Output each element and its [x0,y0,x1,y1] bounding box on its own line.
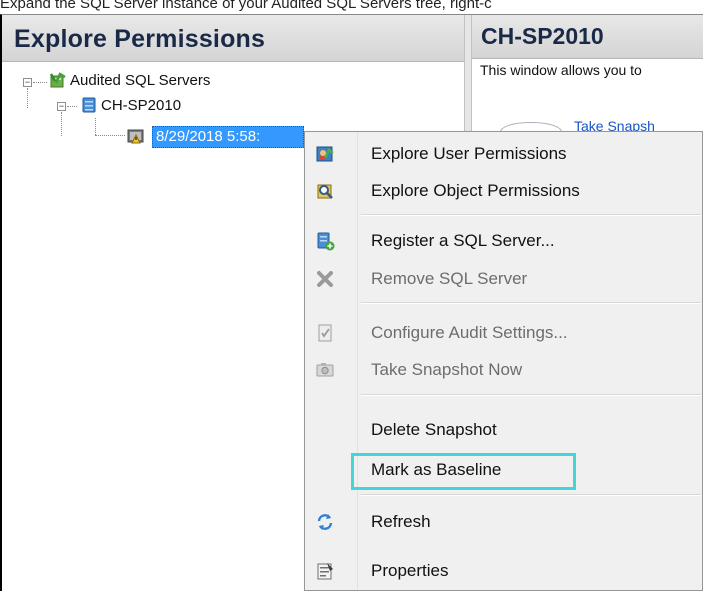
window-description: This window allows you to [480,62,642,78]
tree-connector [67,106,77,107]
snapshot-icon [127,129,144,144]
menu-item-label: Configure Audit Settings... [371,323,568,342]
remove-server-icon [317,271,333,287]
menu-separator [361,214,701,216]
camera-icon [316,363,334,377]
server-header: CH-SP2010 [472,15,703,59]
tree-connector [27,88,28,108]
tree-connector [61,112,62,136]
tree-item-snapshot[interactable]: 8/29/2018 5:58: [152,126,304,148]
tree-item-server[interactable]: CH-SP2010 [101,97,181,114]
tree-item-audited-sql-servers[interactable]: Audited SQL Servers [70,72,210,89]
audited-servers-icon [49,72,66,88]
menu-item-label: Explore Object Permissions [371,181,580,200]
instruction-caption: Expand the SQL Server instance of your A… [0,0,492,12]
menu-item-refresh[interactable]: Refresh [305,504,702,540]
explore-permissions-header: Explore Permissions [2,15,464,62]
menu-item-label: Take Snapshot Now [371,360,523,379]
object-permissions-icon [317,184,333,199]
tree-connector [95,135,125,136]
properties-icon [317,563,333,580]
menu-item-configure-audit-settings[interactable]: Configure Audit Settings... [305,315,702,351]
menu-item-properties[interactable]: Properties [305,553,702,589]
menu-item-label: Explore User Permissions [371,144,567,163]
audit-settings-icon [318,324,332,342]
menu-item-delete-snapshot[interactable]: Delete Snapshot [305,412,702,448]
mark-as-baseline-highlight [351,453,576,490]
panel-title: Explore Permissions [14,25,266,53]
context-menu: Explore User Permissions Explore Object … [304,131,703,591]
menu-item-explore-object-permissions[interactable]: Explore Object Permissions [305,173,702,209]
tree-connector [33,82,47,83]
menu-item-label: Properties [371,561,449,580]
collapse-icon[interactable]: − [57,102,66,111]
database-server-icon [82,97,96,113]
collapse-icon[interactable]: − [23,78,32,87]
menu-item-explore-user-permissions[interactable]: Explore User Permissions [305,136,702,172]
user-permissions-icon [316,146,334,162]
menu-item-label: Register a SQL Server... [371,231,555,250]
refresh-icon [317,514,333,530]
menu-separator [361,394,701,396]
menu-item-label: Delete Snapshot [371,420,497,439]
menu-item-label: Remove SQL Server [371,269,528,288]
menu-item-remove-sql-server[interactable]: Remove SQL Server [305,261,702,297]
register-server-icon [317,232,335,251]
menu-separator [361,302,701,304]
menu-item-take-snapshot-now[interactable]: Take Snapshot Now [305,352,702,388]
tree-connector [95,118,96,135]
menu-item-register-sql-server[interactable]: Register a SQL Server... [305,223,702,259]
server-title: CH-SP2010 [481,23,604,49]
menu-separator [361,494,701,496]
menu-item-label: Refresh [371,512,431,531]
